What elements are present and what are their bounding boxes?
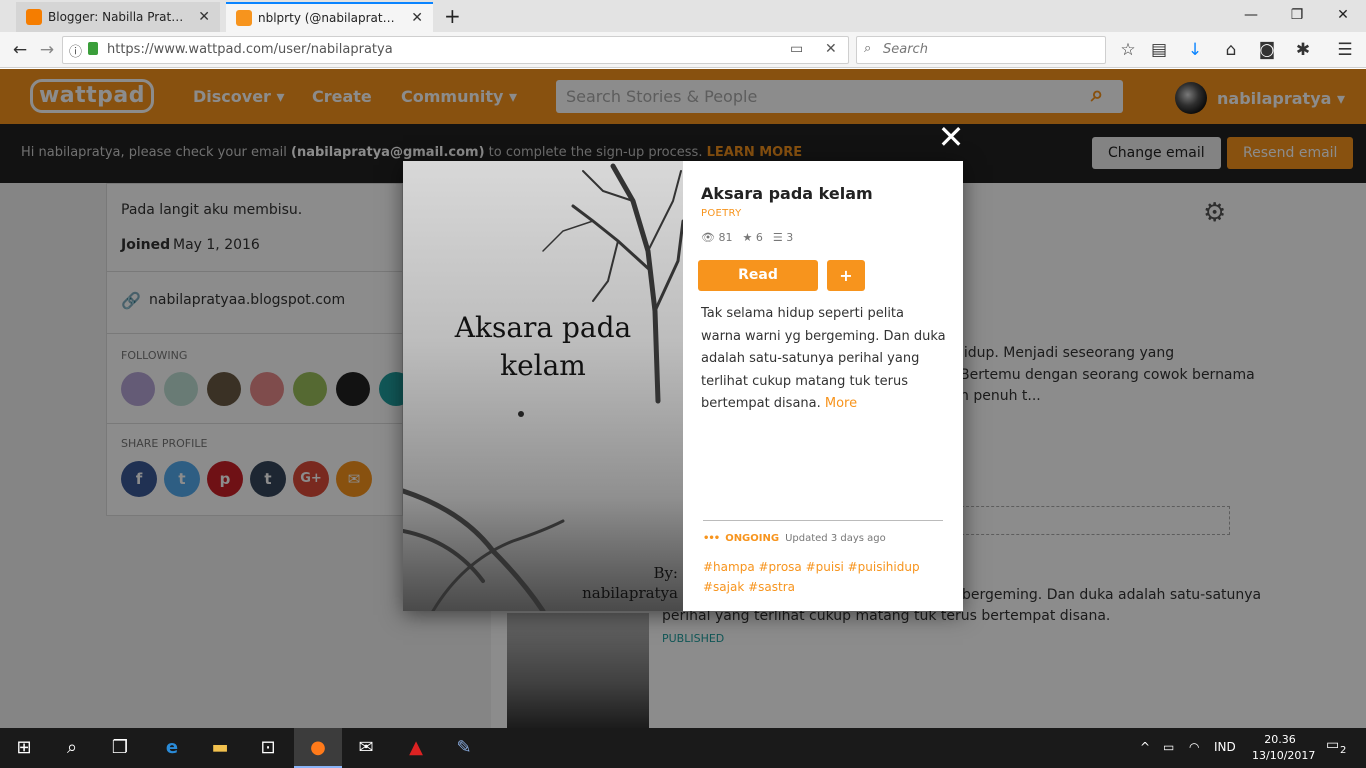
story-stats: 👁 81 ★ 6 ☰ 3: [701, 231, 793, 244]
cover-author: By: nabilapratya: [582, 564, 678, 602]
library-icon[interactable]: ▤: [1147, 38, 1171, 62]
bookmark-star-icon[interactable]: ☆: [1116, 38, 1140, 62]
reads-count: 81: [718, 231, 733, 244]
menu-icon[interactable]: ☰: [1333, 38, 1357, 62]
language-indicator[interactable]: IND: [1214, 740, 1236, 754]
task-view-icon[interactable]: ❐: [96, 728, 144, 768]
votes-count: 6: [755, 231, 763, 244]
url-bar[interactable]: ⓘ https://www.wattpad.com/user/nabilapra…: [62, 36, 849, 64]
votes-stat: ★ 6: [742, 231, 762, 244]
file-explorer-icon[interactable]: ▬: [196, 728, 244, 768]
more-link[interactable]: More: [825, 396, 857, 411]
restore-button[interactable]: ❐: [1274, 0, 1320, 30]
info-icon[interactable]: ⓘ: [69, 41, 82, 60]
browser-nav-bar: ← → ⓘ https://www.wattpad.com/user/nabil…: [0, 32, 1366, 68]
star-icon: ★: [742, 231, 753, 244]
extension-icon[interactable]: ✱: [1291, 38, 1315, 62]
cover-title: Aksara pada kelam: [454, 311, 632, 382]
eye-icon: 👁: [701, 231, 715, 244]
close-tab-icon[interactable]: ✕: [194, 9, 210, 25]
home-icon[interactable]: ⌂: [1219, 38, 1243, 62]
stop-icon[interactable]: ✕: [825, 41, 837, 57]
pocket-icon[interactable]: ◙: [1255, 38, 1279, 62]
story-genre[interactable]: POETRY: [701, 208, 742, 219]
story-preview-modal: Aksara pada kelam By: nabilapratya Aksar…: [403, 161, 963, 611]
browser-tab-bar: Blogger: Nabilla Pratya Aug ✕ nblprty (@…: [0, 0, 1366, 32]
description-text: Tak selama hidup seperti pelita warna wa…: [701, 306, 946, 411]
show-hidden-icons-icon[interactable]: ^: [1140, 740, 1150, 754]
updated-label: Updated 3 days ago: [785, 533, 886, 544]
tab-wattpad[interactable]: nblprty (@nabilapratya) - W ✕: [226, 2, 433, 32]
search-icon[interactable]: ⌕: [48, 728, 96, 768]
tab-label: Blogger: Nabilla Pratya Aug: [48, 10, 188, 24]
parts-count: 3: [786, 231, 794, 244]
mail-icon[interactable]: ✉: [342, 728, 390, 768]
story-tags[interactable]: #hampa #prosa #puisi #puisihidup #sajak …: [703, 558, 948, 597]
edge-icon[interactable]: e: [148, 728, 196, 768]
wifi-icon[interactable]: ◠: [1189, 740, 1199, 754]
browser-search-box[interactable]: ⌕ Search: [856, 36, 1106, 64]
url-text[interactable]: https://www.wattpad.com/user/nabilapraty…: [107, 42, 393, 57]
back-arrow-icon[interactable]: ←: [8, 38, 32, 62]
forward-arrow-icon[interactable]: →: [35, 38, 59, 62]
reader-view-icon[interactable]: ▭: [790, 41, 803, 57]
search-placeholder: Search: [883, 42, 928, 57]
new-tab-button[interactable]: +: [444, 4, 461, 28]
paint-icon[interactable]: ✎: [440, 728, 488, 768]
firefox-icon[interactable]: ●: [294, 728, 342, 768]
wattpad-favicon-icon: [236, 10, 252, 26]
notification-center-icon[interactable]: ▭: [1326, 737, 1339, 753]
notification-count: 2: [1340, 745, 1347, 756]
acrobat-icon[interactable]: ▲: [392, 728, 440, 768]
tab-blogger[interactable]: Blogger: Nabilla Pratya Aug ✕: [16, 2, 220, 32]
list-icon: ☰: [772, 231, 783, 244]
tab-label: nblprty (@nabilapratya) - W: [258, 11, 402, 25]
clock[interactable]: 20.36 13/10/2017: [1252, 732, 1316, 764]
battery-icon[interactable]: ▭: [1163, 740, 1174, 754]
ongoing-label: ONGOING: [725, 533, 780, 544]
bird-mark: [518, 411, 524, 417]
close-window-button[interactable]: ✕: [1320, 0, 1366, 30]
lock-icon: [88, 42, 98, 55]
story-status: ••• ONGOING Updated 3 days ago: [703, 533, 886, 544]
add-to-library-button[interactable]: +: [827, 260, 865, 291]
story-description: Tak selama hidup seperti pelita warna wa…: [701, 303, 946, 416]
blogger-favicon-icon: [26, 9, 42, 25]
windows-start-icon[interactable]: ⊞: [0, 728, 48, 768]
divider: [703, 520, 943, 521]
parts-stat: ☰ 3: [773, 231, 793, 244]
story-cover[interactable]: Aksara pada kelam By: nabilapratya: [403, 161, 683, 611]
tree-illustration: [403, 163, 683, 611]
download-icon[interactable]: ↓: [1183, 38, 1207, 62]
store-icon[interactable]: ⊡: [244, 728, 292, 768]
clock-date: 13/10/2017: [1252, 749, 1316, 762]
ongoing-dots-icon: •••: [703, 533, 720, 544]
windows-taskbar: ⊞ ⌕ ❐ e ▬ ⊡ ● ✉ ▲ ✎ ^ ▭ ◠ IND 20.36 13/1…: [0, 728, 1366, 768]
reads-stat: 👁 81: [701, 231, 732, 244]
read-button[interactable]: Read: [698, 260, 818, 291]
minimize-button[interactable]: —: [1228, 0, 1274, 30]
search-icon: ⌕: [864, 41, 872, 56]
close-tab-icon[interactable]: ✕: [407, 10, 423, 26]
clock-time: 20.36: [1264, 733, 1296, 746]
close-modal-icon[interactable]: ✕: [936, 121, 966, 153]
story-title[interactable]: Aksara pada kelam: [701, 184, 873, 203]
